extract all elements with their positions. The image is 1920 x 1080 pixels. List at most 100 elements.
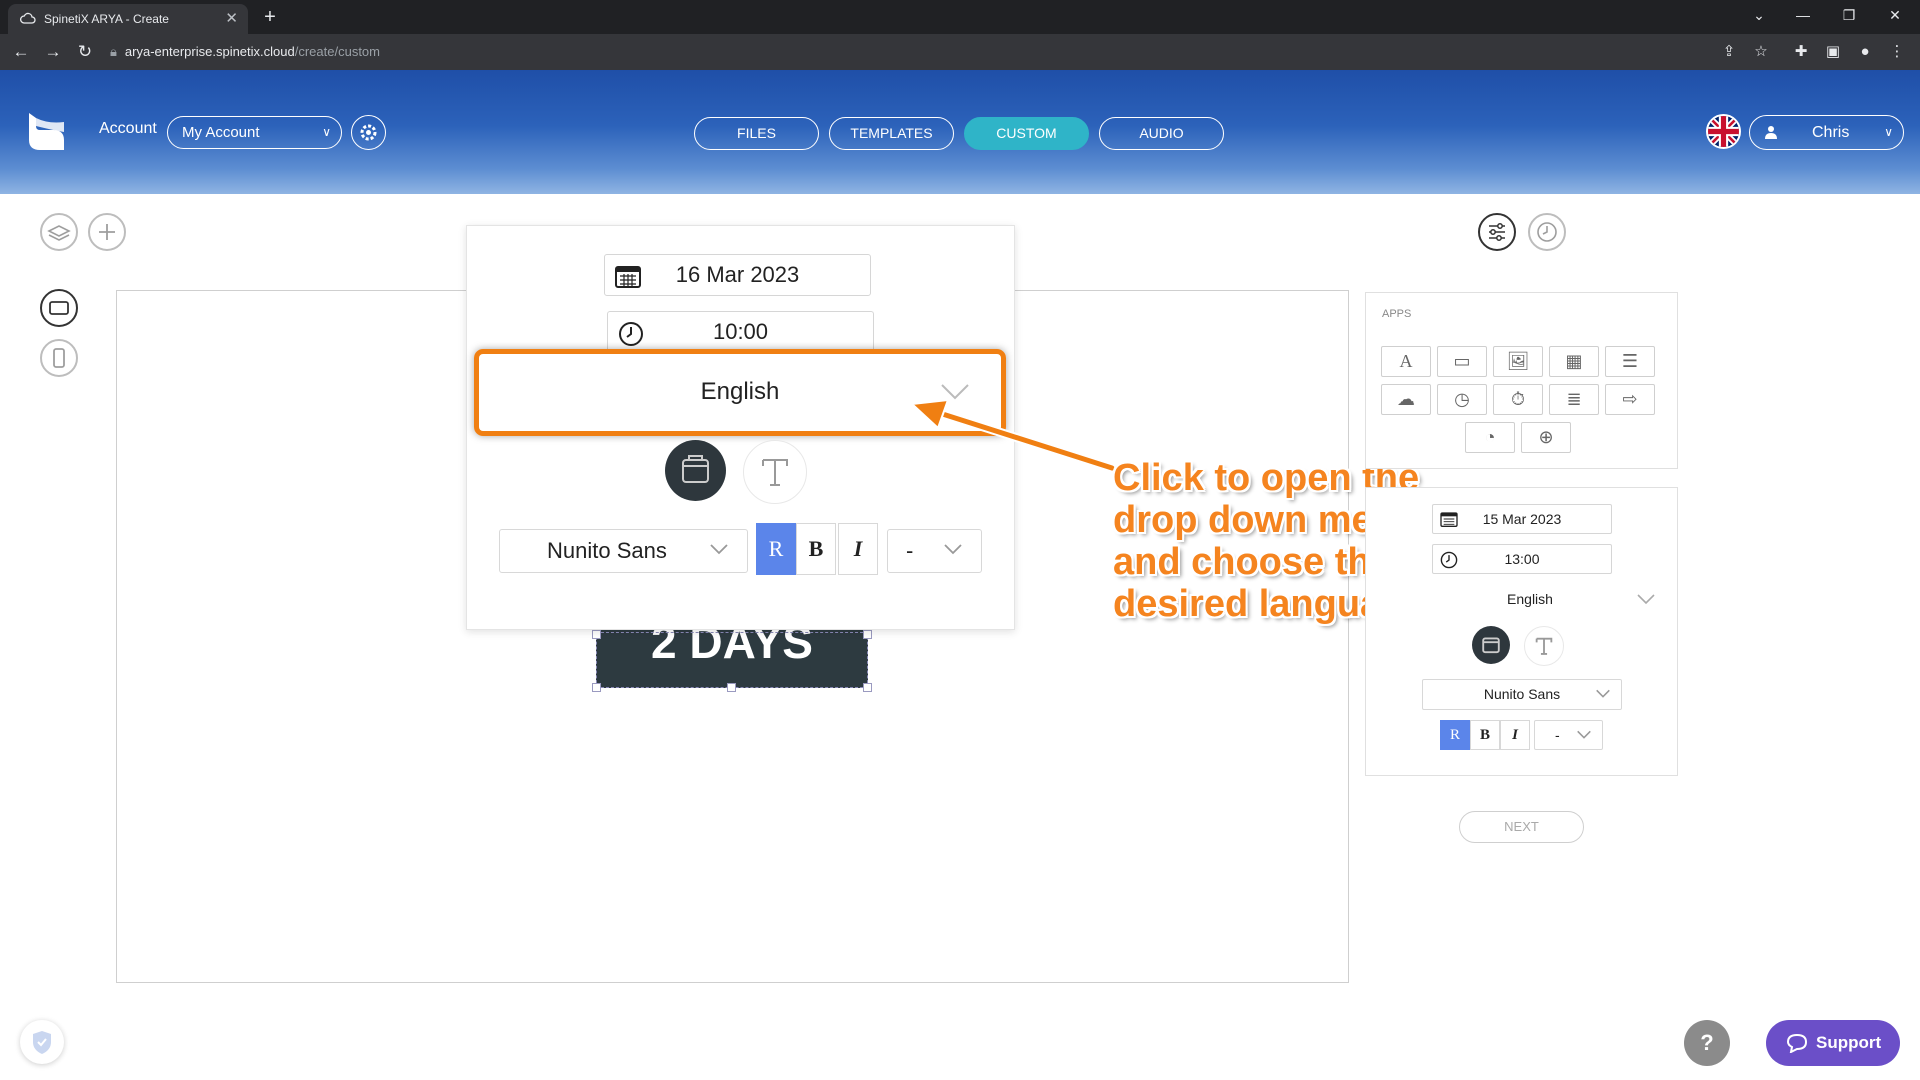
panel-time-field[interactable]: 13:00 [1432,544,1612,574]
resize-handle[interactable] [592,683,601,692]
reload-icon[interactable]: ↻ [74,41,96,63]
calendar-icon [1440,511,1458,527]
chevron-down-icon: ∨ [1884,125,1893,139]
user-icon [1764,125,1778,139]
clock-icon [1537,222,1557,242]
time-field[interactable]: 10:00 [607,311,874,353]
weather-app-icon[interactable]: ☁︎ [1381,384,1431,415]
spinetix-logo-icon[interactable] [26,110,68,154]
landscape-button[interactable] [40,289,78,327]
next-button[interactable]: NEXT [1459,811,1584,843]
resize-handle[interactable] [863,683,872,692]
style-regular-button[interactable]: R [756,523,796,575]
plus-icon [99,224,115,240]
font-value: Nunito Sans [547,538,667,563]
support-label: Support [1816,1033,1882,1052]
uk-flag-icon[interactable] [1706,114,1741,149]
sidepanel-icon[interactable]: ▣ [1822,41,1844,63]
font-select[interactable]: Nunito Sans [499,529,748,573]
style-bold-button[interactable]: B [796,523,836,575]
minimize-button[interactable]: — [1781,0,1825,30]
list-app-icon[interactable]: ≣ [1549,384,1599,415]
image-app-icon[interactable]: 🖼︎ [1493,346,1543,377]
date-field[interactable]: 16 Mar 2023 [604,254,871,296]
panel-font-size-select[interactable]: - [1534,720,1603,750]
arrow-app-icon[interactable]: ⇨ [1605,384,1655,415]
chat-bubble-icon [1786,1033,1808,1053]
nav-templates[interactable]: TEMPLATES [829,117,954,150]
style-italic-button[interactable]: I [838,523,878,575]
nav-custom[interactable]: CUSTOM [964,117,1089,150]
nav-files[interactable]: FILES [694,117,819,150]
add-button[interactable] [88,213,126,251]
resize-handle[interactable] [863,630,872,639]
timer-app-icon[interactable]: ⏱︎ [1493,384,1543,415]
rss-app-icon[interactable]: ◔ [1465,422,1515,453]
chevron-down-icon [1595,688,1611,699]
privacy-shield-button[interactable] [20,1020,64,1064]
table-app-icon[interactable]: ☰ [1605,346,1655,377]
chevron-down-icon: ∨ [322,125,331,139]
panel-font-select[interactable]: Nunito Sans [1422,679,1622,710]
qr-code-app-icon[interactable]: ▦ [1549,346,1599,377]
panel-language-select[interactable]: English [1405,587,1655,611]
user-menu[interactable]: Chris ∨ [1749,115,1904,150]
help-button[interactable]: ? [1684,1020,1730,1066]
account-value: My Account [182,124,260,141]
panel-date-field[interactable]: 15 Mar 2023 [1432,504,1612,534]
time-value: 10:00 [712,319,769,344]
clock-app-icon[interactable]: ◷ [1437,384,1487,415]
url-field[interactable]: 🔒︎ arya-enterprise.spinetix.cloud/create/… [110,40,1690,64]
forward-icon[interactable]: → [42,41,64,63]
sliders-icon [1489,223,1505,241]
resize-handle[interactable] [727,683,736,692]
tab-search-icon[interactable]: ⌄ [1737,0,1781,30]
panel-size-value: - [1555,727,1560,743]
new-tab-button[interactable]: + [258,6,282,30]
account-select[interactable]: My Account ∨ [167,116,342,149]
selection-outline [596,632,868,688]
restore-button[interactable]: ❐ [1827,0,1871,30]
profile-icon[interactable]: ● [1854,41,1876,63]
browser-tab[interactable]: SpinetiX ARYA - Create ✕ [8,4,248,34]
close-window-button[interactable]: ✕ [1873,0,1917,30]
panel-time-value: 13:00 [1504,551,1540,567]
chevron-down-icon [1576,729,1592,740]
menu-icon[interactable]: ⋮ [1886,41,1908,63]
background-style-button[interactable] [665,440,726,501]
url-path: /create/custom [294,44,380,59]
panel-text-style-button[interactable] [1524,626,1564,666]
text-style-button[interactable] [743,440,807,504]
text-app-icon[interactable]: A [1381,346,1431,377]
layers-icon [47,225,71,241]
globe-app-icon[interactable]: ⊕ [1521,422,1571,453]
tab-title: SpinetiX ARYA - Create [44,12,169,26]
chevron-down-icon [943,542,963,556]
schedule-button[interactable] [1528,213,1566,251]
text-t-icon [762,459,788,486]
font-size-select[interactable]: - [887,529,982,573]
account-label: Account [99,120,157,137]
resize-handle[interactable] [592,630,601,639]
properties-button[interactable] [1478,213,1516,251]
close-tab-icon[interactable]: ✕ [225,9,238,27]
support-button[interactable]: Support [1766,1020,1900,1066]
settings-button[interactable] [351,115,386,150]
panel-font-value: Nunito Sans [1483,686,1561,702]
shield-icon [33,1031,51,1054]
layers-button[interactable] [40,213,78,251]
panel-style-bold-button[interactable]: B [1470,720,1500,750]
portrait-button[interactable] [40,339,78,377]
apps-label: APPS [1382,308,1412,320]
star-icon[interactable]: ☆ [1750,41,1772,63]
cloud-icon [20,12,36,26]
chevron-down-icon[interactable] [1637,594,1655,605]
panel-style-italic-button[interactable]: I [1500,720,1530,750]
panel-background-style-button[interactable] [1472,626,1510,664]
extensions-icon[interactable]: ✚ [1790,41,1812,63]
back-icon[interactable]: ← [10,41,32,63]
nav-audio[interactable]: AUDIO [1099,117,1224,150]
panel-style-regular-button[interactable]: R [1440,720,1470,750]
share-icon[interactable]: ⇪ [1718,41,1740,63]
rectangle-app-icon[interactable]: ▭ [1437,346,1487,377]
